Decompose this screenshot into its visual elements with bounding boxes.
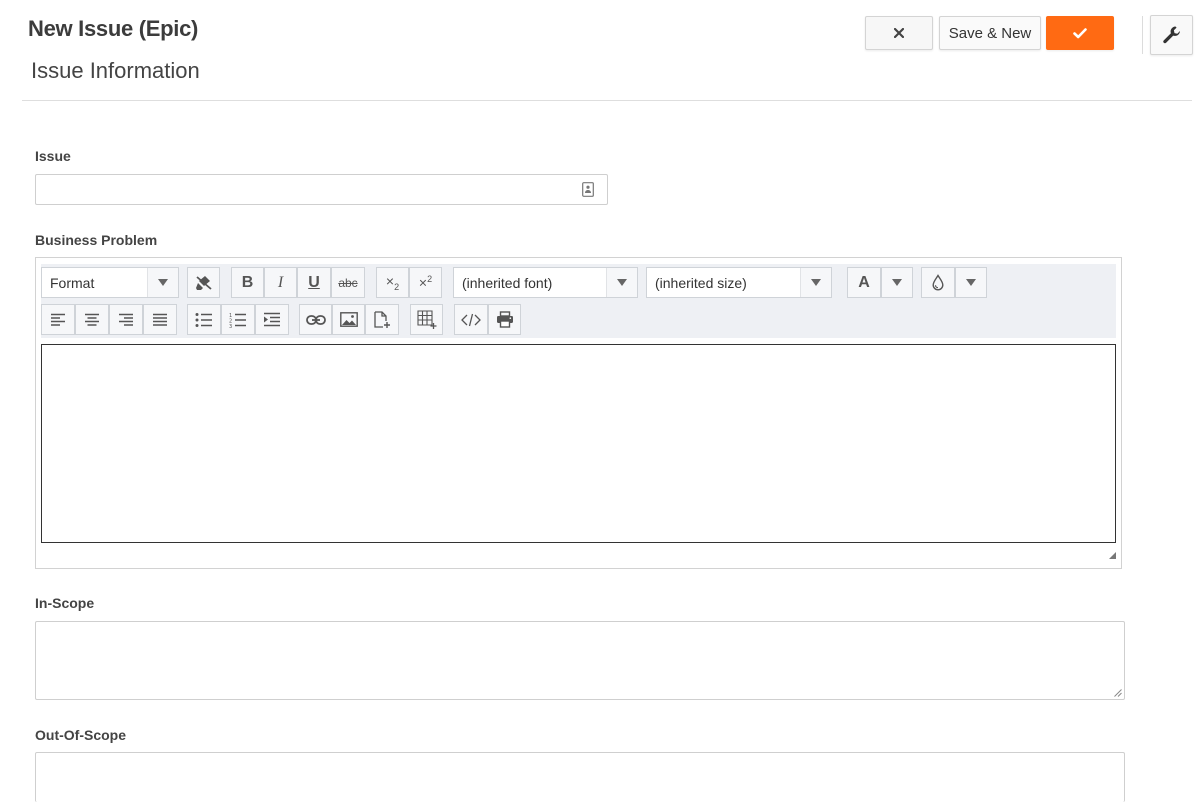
align-right-button[interactable] [109,304,143,335]
bold-button[interactable]: B [231,267,264,298]
remove-format-button[interactable] [187,267,220,298]
numbered-list-icon: 123 [229,313,246,328]
align-center-button[interactable] [75,304,109,335]
background-color-dropdown[interactable] [955,267,987,298]
chevron-down-icon [800,268,831,297]
remove-format-icon [195,275,212,290]
bulleted-list-icon [195,312,212,327]
issue-field[interactable] [35,174,608,205]
issue-input[interactable] [42,175,576,205]
close-icon [894,28,904,38]
header-separator [1142,16,1143,54]
link-button[interactable] [299,304,332,335]
superscript-icon: ×2 [418,274,433,291]
font-size-dropdown[interactable]: (inherited size) [646,267,832,298]
strikethrough-button[interactable]: abc [331,267,365,298]
format-label: Format [50,275,95,291]
align-left-button[interactable] [41,304,75,335]
image-icon [339,312,358,327]
indent-icon [264,312,280,326]
underline-icon: U [308,273,320,291]
resize-grip-icon[interactable] [1109,552,1116,559]
link-icon [305,314,326,325]
chevron-down-icon [606,268,637,297]
out-of-scope-textarea[interactable] [35,752,1125,802]
rich-text-area[interactable] [41,344,1116,543]
superscript-button[interactable]: ×2 [409,267,442,298]
source-code-button[interactable] [454,304,488,335]
chevron-down-icon [892,279,902,286]
tools-button[interactable] [1150,15,1193,55]
font-color-icon: A [858,273,870,291]
indent-button[interactable] [255,304,289,335]
font-color-button[interactable]: A [847,267,881,298]
insert-file-icon [374,310,390,328]
bold-icon: B [241,273,254,291]
numbered-list-button[interactable]: 123 [221,304,255,335]
page-title: New Issue (Epic) [28,16,199,41]
align-left-icon [51,313,65,326]
background-color-button[interactable] [921,267,955,298]
in-scope-label: In-Scope [35,595,95,611]
italic-button[interactable]: I [264,267,297,298]
save-and-new-button[interactable]: Save & New [939,16,1041,50]
justify-button[interactable] [143,304,177,335]
justify-icon [153,313,167,326]
wrench-icon [1162,26,1180,44]
font-family-dropdown[interactable]: (inherited font) [453,267,638,298]
font-color-dropdown[interactable] [881,267,913,298]
image-button[interactable] [332,304,365,335]
cancel-button[interactable] [865,16,933,50]
bulleted-list-button[interactable] [187,304,221,335]
font-size-label: (inherited size) [655,275,747,291]
issue-label: Issue [35,148,71,164]
align-center-icon [85,313,99,326]
editor-toolbar: Format B I U abc ×2 ×2 (inherited font) … [41,264,1116,338]
format-dropdown[interactable]: Format [41,267,179,298]
strikethrough-icon: abc [338,275,358,290]
chevron-down-icon [147,268,178,297]
business-problem-label: Business Problem [35,232,158,248]
chevron-down-icon [966,279,976,286]
italic-icon: I [277,273,284,291]
save-button[interactable] [1046,16,1114,50]
in-scope-textarea[interactable] [35,621,1125,700]
lookup-icon[interactable] [582,182,594,197]
background-color-icon [932,274,944,291]
header-divider [22,100,1192,101]
check-icon [1073,27,1087,38]
insert-file-button[interactable] [365,304,399,335]
business-problem-editor: Format B I U abc ×2 ×2 (inherited font) … [35,257,1122,569]
subscript-icon: ×2 [385,273,400,292]
underline-button[interactable]: U [297,267,331,298]
resize-grip-icon[interactable] [1113,688,1122,697]
subscript-button[interactable]: ×2 [376,267,409,298]
print-button[interactable] [488,304,521,335]
source-code-icon [461,313,481,326]
save-and-new-label: Save & New [948,24,1032,42]
section-title: Issue Information [31,58,200,83]
out-of-scope-label: Out-Of-Scope [35,727,126,743]
font-family-label: (inherited font) [462,275,553,291]
print-icon [496,311,513,328]
table-button[interactable] [410,304,443,335]
table-icon [416,310,436,329]
svg-text:3: 3 [229,324,232,328]
align-right-icon [119,313,133,326]
